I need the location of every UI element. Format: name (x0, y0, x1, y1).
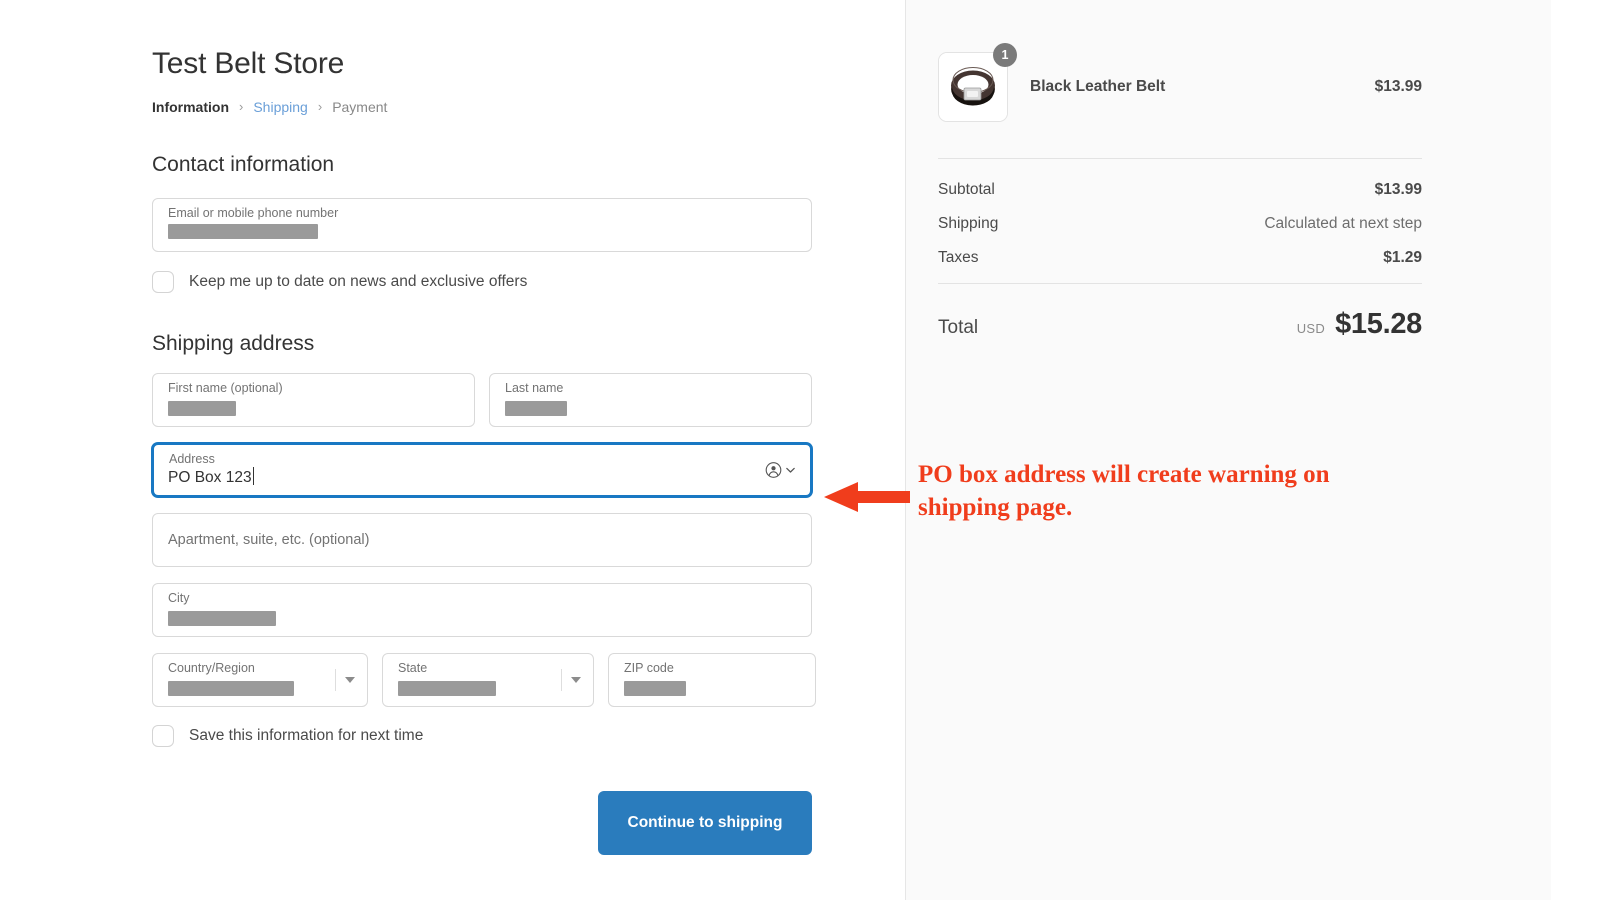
zip-code-field[interactable]: ZIP code (608, 653, 816, 707)
newsletter-checkbox-row[interactable]: Keep me up to date on news and exclusive… (152, 271, 812, 293)
apartment-field-label: Apartment, suite, etc. (optional) (168, 531, 370, 549)
breadcrumb-step-shipping[interactable]: Shipping (253, 98, 308, 116)
first-name-field-label: First name (optional) (168, 381, 283, 396)
newsletter-checkbox[interactable] (152, 271, 174, 293)
address-field-label: Address (169, 452, 215, 467)
text-caret (253, 467, 254, 485)
subtotal-label: Subtotal (938, 181, 995, 199)
quantity-badge: 1 (993, 43, 1017, 67)
first-name-redacted-value (168, 401, 236, 416)
chevron-right-icon: › (318, 98, 322, 116)
breadcrumb: Information › Shipping › Payment (152, 98, 812, 116)
address-field-text: PO Box 123 (168, 469, 252, 486)
divider (561, 669, 562, 691)
address-field-value: PO Box 123 (168, 467, 254, 487)
chevron-down-icon (785, 465, 796, 476)
last-name-redacted-value (505, 401, 567, 416)
last-name-field-label: Last name (505, 381, 563, 396)
email-field-label: Email or mobile phone number (168, 206, 338, 221)
continue-to-shipping-button[interactable]: Continue to shipping (598, 791, 812, 855)
grand-total-row: Total USD $15.28 (938, 284, 1422, 341)
taxes-row: Taxes $1.29 (938, 249, 1422, 267)
city-field-label: City (168, 591, 190, 606)
city-redacted-value (168, 611, 276, 626)
country-region-select[interactable]: Country/Region (152, 653, 368, 707)
chevron-right-icon: › (239, 98, 243, 116)
chevron-down-icon (571, 677, 581, 683)
subtotal-row: Subtotal $13.99 (938, 181, 1422, 199)
last-name-field[interactable]: Last name (489, 373, 812, 427)
taxes-value: $1.29 (1383, 249, 1422, 267)
name-row: First name (optional) Last name (152, 373, 812, 427)
apartment-field[interactable]: Apartment, suite, etc. (optional) (152, 513, 812, 567)
newsletter-checkbox-label: Keep me up to date on news and exclusive… (189, 272, 527, 292)
total-amount: $15.28 (1335, 308, 1422, 341)
subtotal-value: $13.99 (1375, 181, 1422, 199)
state-dropdown-control[interactable] (561, 669, 581, 691)
email-field-redacted-value (168, 224, 318, 239)
city-field[interactable]: City (152, 583, 812, 637)
product-name: Black Leather Belt (1030, 78, 1375, 96)
product-price: $13.99 (1375, 78, 1422, 96)
state-label: State (398, 661, 427, 676)
order-summary: 1 Black Leather Belt $13.99 Subtotal $13… (938, 0, 1422, 341)
product-thumbnail-wrap: 1 (938, 52, 1008, 122)
chevron-down-icon (345, 677, 355, 683)
save-info-checkbox-row[interactable]: Save this information for next time (152, 725, 812, 747)
order-line-item: 1 Black Leather Belt $13.99 (938, 0, 1422, 122)
address-field[interactable]: Address PO Box 123 (152, 443, 812, 497)
checkout-form: Test Belt Store Information › Shipping ›… (152, 0, 812, 855)
country-dropdown-control[interactable] (335, 669, 355, 691)
order-summary-pane: 1 Black Leather Belt $13.99 Subtotal $13… (906, 0, 1551, 900)
total-amount-group: USD $15.28 (1297, 308, 1422, 341)
divider (335, 669, 336, 691)
shipping-label: Shipping (938, 215, 998, 233)
taxes-label: Taxes (938, 249, 979, 267)
contact-information-heading: Contact information (152, 152, 812, 178)
first-name-field[interactable]: First name (optional) (152, 373, 475, 427)
checkout-form-pane: Test Belt Store Information › Shipping ›… (0, 0, 905, 900)
zip-code-label: ZIP code (624, 661, 674, 676)
shipping-value: Calculated at next step (1264, 215, 1422, 233)
save-info-checkbox-label: Save this information for next time (189, 726, 423, 746)
checkout-page: Test Belt Store Information › Shipping ›… (0, 0, 1600, 900)
country-state-zip-row: Country/Region State ZIP c (152, 653, 812, 707)
shipping-row: Shipping Calculated at next step (938, 215, 1422, 233)
state-select[interactable]: State (382, 653, 594, 707)
page-title: Test Belt Store (152, 0, 812, 82)
currency-code: USD (1297, 321, 1325, 336)
save-info-checkbox[interactable] (152, 725, 174, 747)
total-label: Total (938, 317, 978, 339)
summary-totals: Subtotal $13.99 Shipping Calculated at n… (938, 159, 1422, 267)
country-redacted-value (168, 681, 294, 696)
autofill-control[interactable] (765, 462, 796, 479)
form-actions: Continue to shipping (152, 791, 812, 855)
email-field[interactable]: Email or mobile phone number (152, 198, 812, 252)
shipping-address-heading: Shipping address (152, 331, 812, 357)
state-redacted-value (398, 681, 496, 696)
breadcrumb-step-payment: Payment (332, 98, 387, 116)
zip-redacted-value (624, 681, 686, 696)
breadcrumb-step-information[interactable]: Information (152, 98, 229, 116)
person-circle-icon (765, 462, 782, 479)
country-region-label: Country/Region (168, 661, 255, 676)
